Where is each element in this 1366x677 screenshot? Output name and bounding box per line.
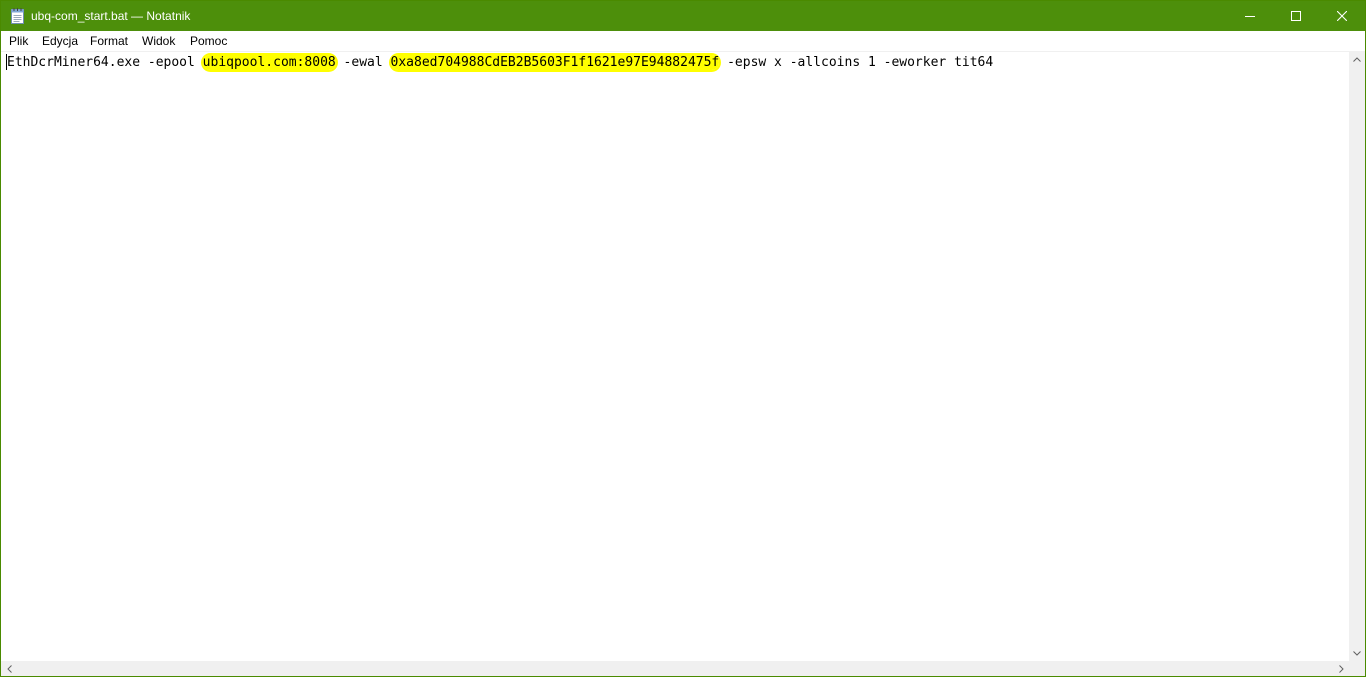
menu-bar: Plik Edycja Format Widok Pomoc	[1, 31, 1365, 52]
scroll-right-button[interactable]	[1333, 661, 1349, 676]
text-caret	[6, 54, 7, 70]
text-segment-command: EthDcrMiner64.exe -epool	[7, 55, 203, 70]
close-icon	[1337, 11, 1347, 21]
highlight-wallet-address: 0xa8ed704988CdEB2B5603F1f1621e97E9488247…	[390, 55, 720, 70]
text-editor[interactable]: EthDcrMiner64.exe -epool ubiqpool.com:80…	[1, 52, 1349, 661]
horizontal-scrollbar[interactable]	[1, 661, 1349, 676]
text-segment-options: -epsw x -allcoins 1 -eworker tit64	[719, 55, 994, 70]
menu-widok[interactable]: Widok	[142, 31, 175, 51]
scroll-left-button[interactable]	[1, 661, 17, 676]
chevron-down-icon	[1353, 651, 1361, 656]
vertical-scrollbar[interactable]	[1349, 52, 1365, 661]
chevron-left-icon	[6, 664, 12, 673]
text-segment-ewal-flag: -ewal	[335, 55, 391, 70]
menu-format[interactable]: Format	[90, 31, 128, 51]
menu-pomoc[interactable]: Pomoc	[190, 31, 227, 51]
text-line: EthDcrMiner64.exe -epool ubiqpool.com:80…	[7, 55, 993, 71]
menu-edycja[interactable]: Edycja	[42, 31, 78, 51]
scroll-down-button[interactable]	[1349, 646, 1365, 661]
chevron-right-icon	[1338, 664, 1344, 673]
menu-plik[interactable]: Plik	[9, 31, 28, 51]
notepad-icon	[11, 8, 24, 24]
window-title: ubq-com_start.bat — Notatnik	[31, 9, 191, 23]
maximize-button[interactable]	[1273, 1, 1319, 31]
maximize-icon	[1291, 11, 1301, 21]
notepad-window: ubq-com_start.bat — Notatnik Plik Edycja…	[0, 0, 1366, 677]
scrollbar-corner	[1349, 661, 1365, 676]
minimize-icon	[1245, 16, 1255, 17]
close-button[interactable]	[1319, 1, 1365, 31]
title-bar[interactable]: ubq-com_start.bat — Notatnik	[1, 1, 1365, 31]
chevron-up-icon	[1353, 57, 1361, 62]
minimize-button[interactable]	[1227, 1, 1273, 31]
highlight-pool-address: ubiqpool.com:8008	[202, 55, 336, 70]
scroll-up-button[interactable]	[1349, 52, 1365, 67]
